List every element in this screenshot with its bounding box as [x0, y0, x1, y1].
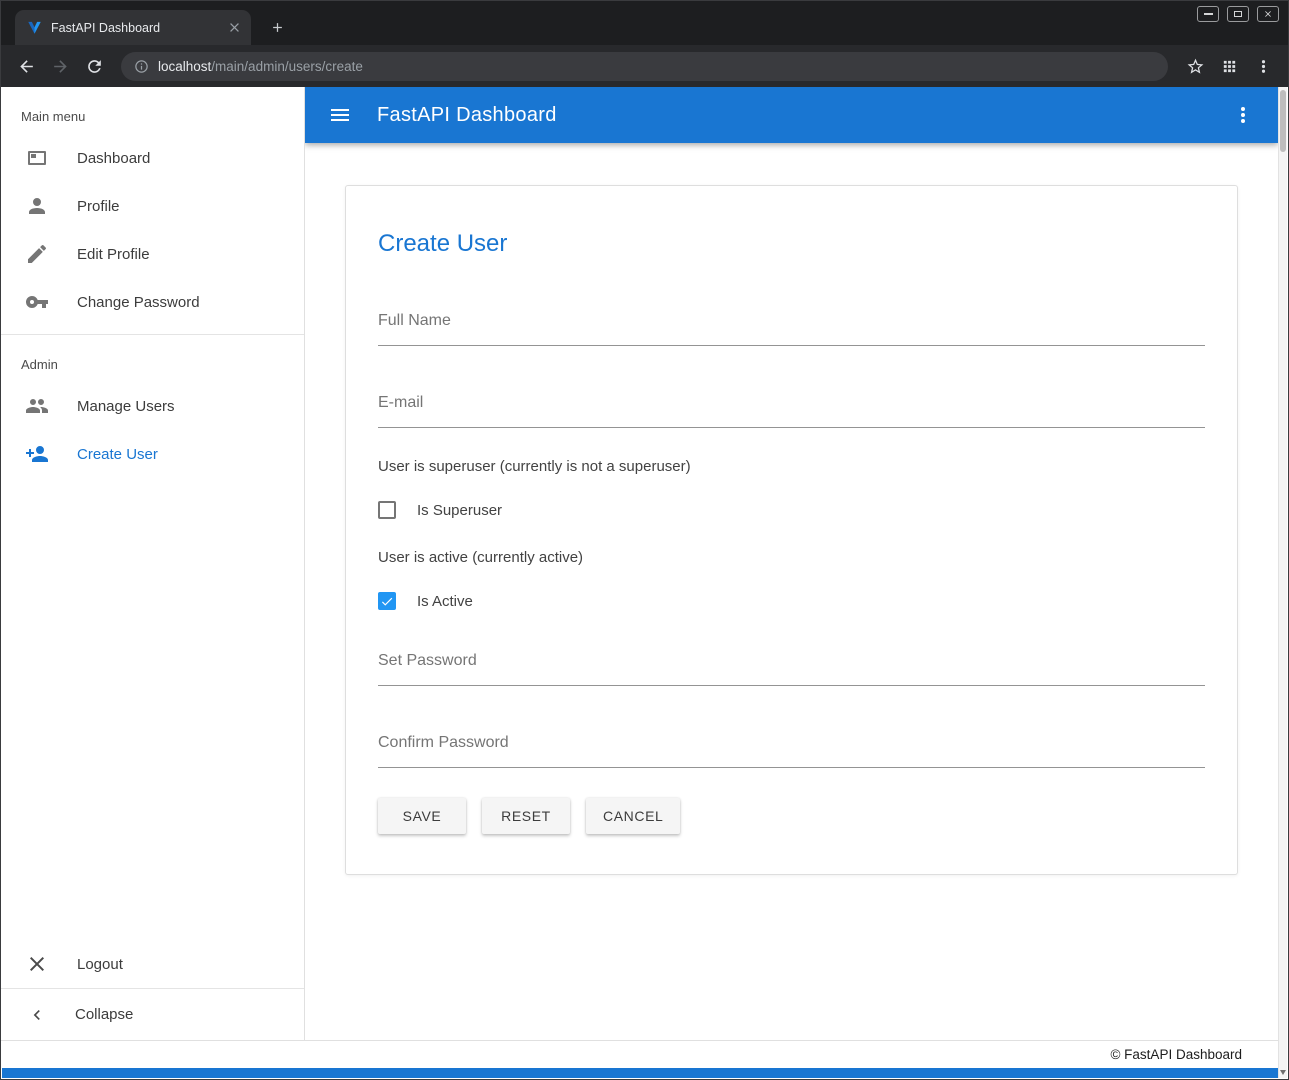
people-icon	[25, 394, 49, 418]
full-name-field	[378, 310, 1205, 346]
hamburger-icon	[328, 103, 352, 127]
reset-button[interactable]: RESET	[482, 798, 570, 834]
page-content: Create User User is superuser (currently…	[305, 143, 1278, 1040]
window-minimize-button[interactable]	[1197, 6, 1219, 22]
sidebar-item-collapse[interactable]: Collapse	[1, 988, 304, 1040]
checkmark-icon	[380, 594, 394, 609]
person-icon	[25, 194, 49, 218]
copyright-text: © FastAPI Dashboard	[1110, 1047, 1242, 1062]
sidebar-item-label: Change Password	[77, 294, 200, 311]
sidebar-bottom: Logout Collapse	[1, 940, 304, 1040]
active-hint: User is active (currently active)	[378, 549, 1205, 566]
sidebar-item-label: Manage Users	[77, 398, 175, 415]
sidebar-item-dashboard[interactable]: Dashboard	[1, 134, 304, 182]
sidebar: Main menu Dashboard Profile Edit Profile…	[1, 87, 305, 1040]
tab-title: FastAPI Dashboard	[51, 21, 217, 35]
is-active-row[interactable]: Is Active	[378, 592, 1205, 610]
is-active-checkbox[interactable]	[378, 592, 396, 610]
kebab-menu-icon	[1231, 103, 1255, 127]
forward-arrow-icon	[51, 57, 70, 76]
email-input[interactable]	[378, 392, 1205, 428]
new-tab-button[interactable]	[263, 13, 291, 41]
sidebar-item-label: Edit Profile	[77, 246, 150, 263]
vuetify-logo-icon	[27, 20, 42, 35]
back-arrow-icon	[17, 57, 36, 76]
reload-button[interactable]	[79, 51, 109, 81]
sidebar-item-label: Dashboard	[77, 150, 150, 167]
scrollbar-down-arrow-icon[interactable]	[1280, 1070, 1286, 1075]
url-host: localhost	[158, 59, 211, 74]
maximize-icon	[1234, 11, 1242, 17]
is-active-label: Is Active	[417, 593, 473, 610]
set-password-field	[378, 650, 1205, 686]
is-superuser-checkbox[interactable]	[378, 501, 396, 519]
superuser-hint: User is superuser (currently is not a su…	[378, 458, 1205, 475]
url-path: /main/admin/users/create	[211, 59, 363, 74]
back-button[interactable]	[11, 51, 41, 81]
confirm-password-field	[378, 732, 1205, 768]
sidebar-section-main-menu: Main menu	[1, 87, 304, 134]
create-user-card: Create User User is superuser (currently…	[345, 185, 1238, 875]
scrollbar-thumb[interactable]	[1280, 90, 1286, 152]
forward-button[interactable]	[45, 51, 75, 81]
browser-tab[interactable]: FastAPI Dashboard	[15, 10, 251, 45]
url-text: localhost /main/admin/users/create	[158, 59, 363, 74]
close-icon	[1263, 9, 1273, 19]
sidebar-item-label: Create User	[77, 446, 158, 463]
main-area: FastAPI Dashboard Create User User is su…	[305, 87, 1278, 1040]
page-info-icon[interactable]	[134, 59, 149, 74]
chevron-left-icon	[27, 1005, 47, 1025]
url-bar[interactable]: localhost /main/admin/users/create	[121, 52, 1168, 81]
full-name-input[interactable]	[378, 310, 1205, 346]
confirm-password-input[interactable]	[378, 732, 1205, 768]
tab-close-icon[interactable]	[226, 19, 243, 36]
window-controls	[1197, 6, 1279, 22]
sidebar-item-edit-profile[interactable]: Edit Profile	[1, 230, 304, 278]
sidebar-item-profile[interactable]: Profile	[1, 182, 304, 230]
pencil-icon	[25, 242, 49, 266]
page-footer: © FastAPI Dashboard	[1, 1040, 1278, 1068]
reload-icon	[85, 57, 104, 76]
footer-accent-strip	[2, 1068, 1278, 1078]
star-icon	[1186, 57, 1205, 76]
browser-window: FastAPI Dashboard	[0, 0, 1289, 1080]
browser-menu-button[interactable]	[1248, 51, 1278, 81]
sidebar-item-label: Profile	[77, 198, 120, 215]
sidebar-item-label: Logout	[77, 956, 123, 973]
minimize-icon	[1204, 13, 1213, 15]
sidebar-item-manage-users[interactable]: Manage Users	[1, 382, 304, 430]
email-field	[378, 392, 1205, 428]
window-close-button[interactable]	[1257, 6, 1279, 22]
save-button[interactable]: SAVE	[378, 798, 466, 834]
cancel-button[interactable]: CANCEL	[586, 798, 680, 834]
person-add-icon	[25, 442, 49, 466]
sidebar-section-admin: Admin	[1, 335, 304, 382]
page-scrollbar[interactable]	[1278, 87, 1287, 1078]
app-bar: FastAPI Dashboard	[305, 87, 1278, 143]
apps-icon	[1221, 58, 1238, 75]
form-actions: SAVE RESET CANCEL	[378, 798, 1205, 834]
extensions-button[interactable]	[1214, 51, 1244, 81]
dashboard-icon	[25, 146, 49, 170]
is-superuser-row[interactable]: Is Superuser	[378, 501, 1205, 519]
set-password-input[interactable]	[378, 650, 1205, 686]
app-title: FastAPI Dashboard	[377, 104, 557, 127]
appbar-menu-button[interactable]	[1223, 95, 1263, 135]
browser-toolbar: localhost /main/admin/users/create	[1, 45, 1288, 87]
sidebar-item-change-password[interactable]: Change Password	[1, 278, 304, 326]
kebab-menu-icon	[1254, 57, 1273, 76]
close-x-icon	[25, 952, 49, 976]
sidebar-item-label: Collapse	[75, 1006, 133, 1023]
page-title: Create User	[378, 230, 1205, 258]
key-icon	[25, 290, 49, 314]
sidebar-item-create-user[interactable]: Create User	[1, 430, 304, 478]
bookmark-star-button[interactable]	[1180, 51, 1210, 81]
hamburger-menu-button[interactable]	[320, 95, 360, 135]
window-maximize-button[interactable]	[1227, 6, 1249, 22]
is-superuser-label: Is Superuser	[417, 502, 502, 519]
sidebar-item-logout[interactable]: Logout	[1, 940, 304, 988]
browser-titlebar: FastAPI Dashboard	[1, 1, 1288, 45]
